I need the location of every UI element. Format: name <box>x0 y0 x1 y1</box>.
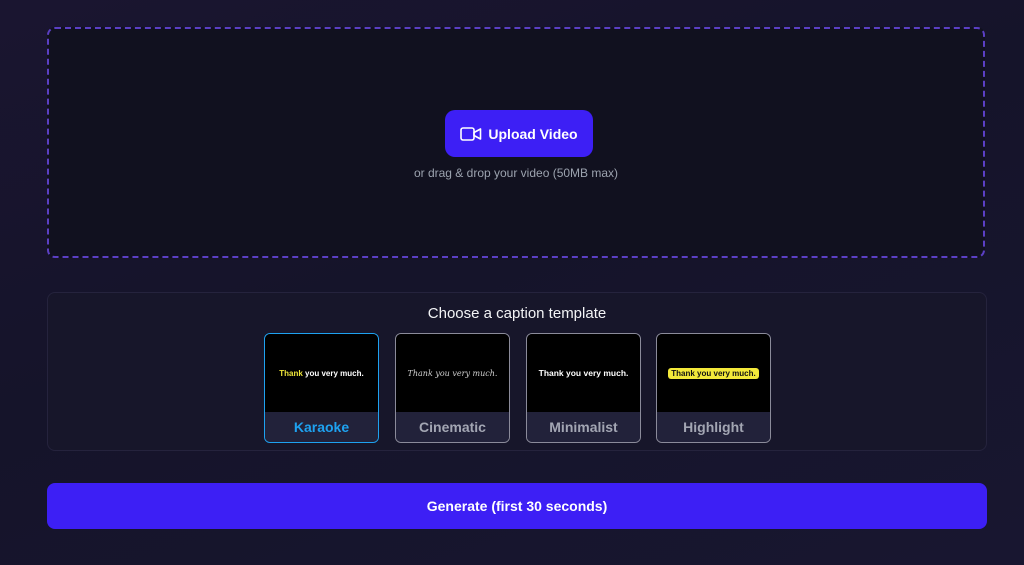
minimalist-preview-text: Thank you very much. <box>538 368 629 378</box>
karaoke-preview-text: Thank you very much. <box>279 368 364 378</box>
upload-video-button[interactable]: Upload Video <box>445 110 593 157</box>
video-dropzone[interactable]: Upload Video or drag & drop your video (… <box>47 27 985 258</box>
template-card-karaoke[interactable]: Thank you very much. Karaoke <box>264 333 379 443</box>
template-preview: Thank you very much. <box>657 334 770 412</box>
template-label: Karaoke <box>265 412 378 442</box>
template-preview: Thank you very much. <box>265 334 378 412</box>
generate-label: Generate (first 30 seconds) <box>426 498 608 514</box>
video-camera-icon <box>460 126 482 142</box>
template-card-cinematic[interactable]: Thank you very much. Cinematic <box>395 333 510 443</box>
template-card-highlight[interactable]: Thank you very much. Highlight <box>656 333 771 443</box>
template-label: Cinematic <box>396 412 509 442</box>
upload-video-label: Upload Video <box>488 125 578 142</box>
cinematic-preview-text: Thank you very much. <box>407 368 498 378</box>
template-label: Highlight <box>657 412 770 442</box>
generate-button[interactable]: Generate (first 30 seconds) <box>47 483 987 529</box>
template-preview: Thank you very much. <box>527 334 640 412</box>
template-card-minimalist[interactable]: Thank you very much. Minimalist <box>526 333 641 443</box>
drop-hint: or drag & drop your video (50MB max) <box>413 166 619 180</box>
panel-title: Choose a caption template <box>427 305 607 322</box>
caption-template-panel: Choose a caption template Thank you very… <box>47 292 987 451</box>
template-label: Minimalist <box>527 412 640 442</box>
highlight-preview-text: Thank you very much. <box>668 367 759 379</box>
template-preview: Thank you very much. <box>396 334 509 412</box>
